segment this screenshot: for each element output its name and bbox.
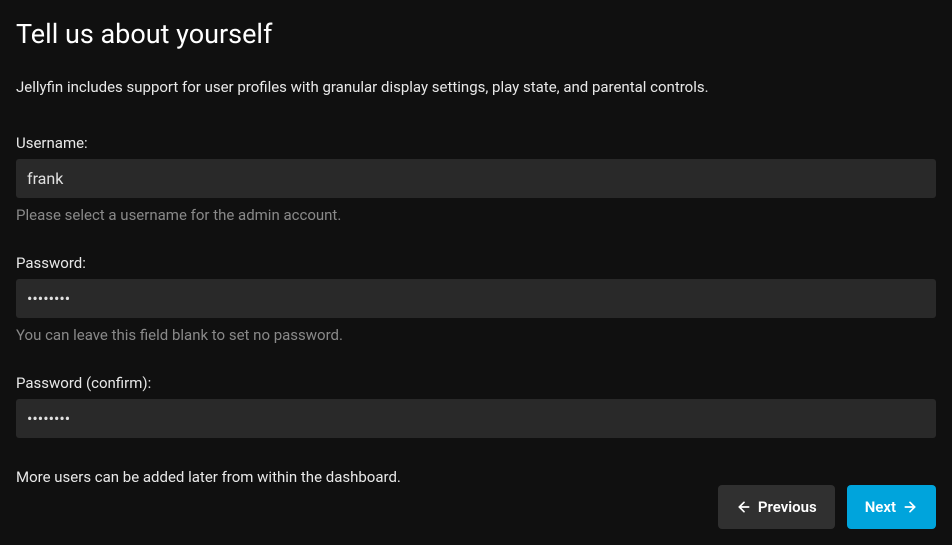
page-title: Tell us about yourself [16, 18, 936, 50]
password-label: Password: [16, 254, 936, 272]
username-group: Username: Please select a username for t… [16, 134, 936, 224]
password-confirm-input[interactable] [16, 399, 936, 438]
password-group: Password: You can leave this field blank… [16, 254, 936, 344]
footer-note: More users can be added later from withi… [16, 468, 936, 486]
password-input[interactable] [16, 279, 936, 318]
password-confirm-label: Password (confirm): [16, 374, 936, 392]
page-description: Jellyfin includes support for user profi… [16, 78, 936, 96]
next-button-label: Next [865, 498, 896, 516]
arrow-left-icon [736, 499, 752, 515]
password-confirm-group: Password (confirm): [16, 374, 936, 438]
arrow-right-icon [902, 499, 918, 515]
username-hint: Please select a username for the admin a… [16, 206, 936, 224]
username-input[interactable] [16, 159, 936, 198]
previous-button-label: Previous [758, 498, 817, 516]
username-label: Username: [16, 134, 936, 152]
password-hint: You can leave this field blank to set no… [16, 326, 936, 344]
next-button[interactable]: Next [847, 485, 936, 529]
previous-button[interactable]: Previous [718, 485, 835, 529]
button-row: Previous Next [718, 485, 936, 529]
